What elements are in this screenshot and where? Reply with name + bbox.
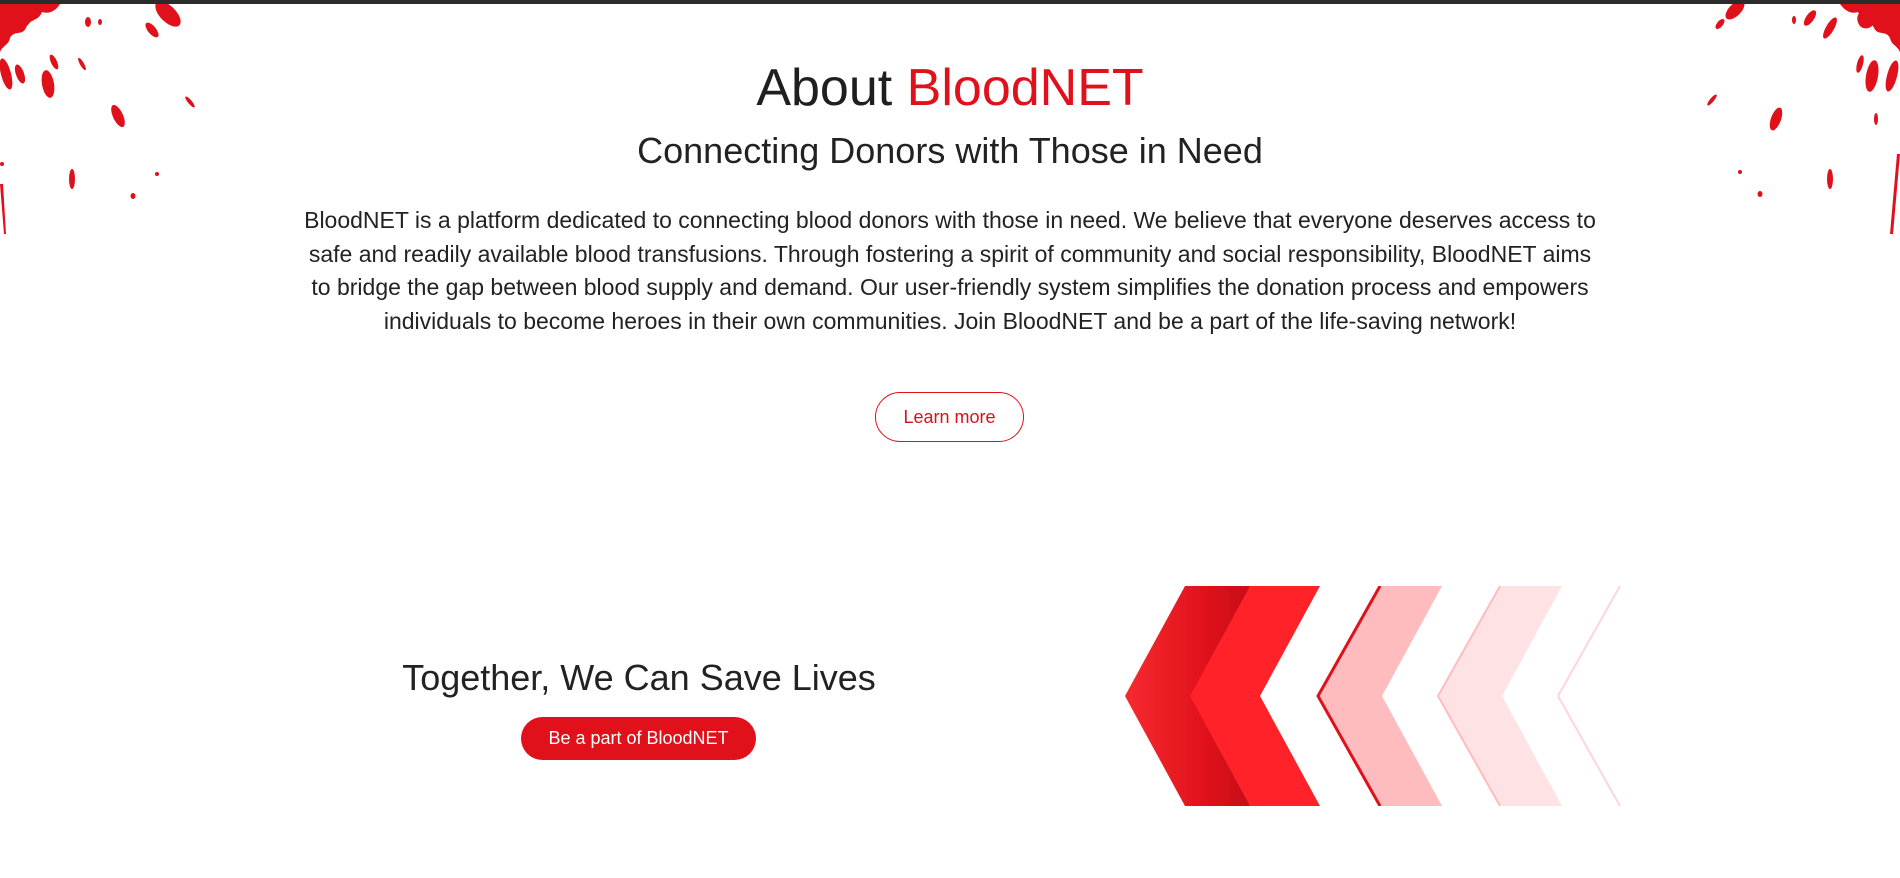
about-title: About BloodNET	[0, 58, 1900, 118]
learn-more-button[interactable]: Learn more	[875, 392, 1024, 442]
join-bloodnet-button[interactable]: Be a part of BloodNET	[521, 717, 756, 760]
cta-title: Together, We Can Save Lives	[402, 657, 876, 698]
chevron-5-edge	[1556, 586, 1621, 806]
chevron-4	[1438, 586, 1562, 806]
chevron-3	[1318, 586, 1442, 806]
blood-splatter-right-icon	[1707, 4, 1900, 234]
about-subtitle: Connecting Donors with Those in Need	[637, 130, 1263, 171]
about-title-prefix: About	[756, 59, 893, 117]
about-description: BloodNET is a platform dedicated to conn…	[304, 207, 1596, 334]
chevron-arrows-graphic	[1125, 586, 1621, 806]
blood-splatter-left-icon	[0, 4, 195, 234]
top-border	[0, 0, 1900, 4]
about-title-brand: BloodNET	[906, 59, 1144, 117]
